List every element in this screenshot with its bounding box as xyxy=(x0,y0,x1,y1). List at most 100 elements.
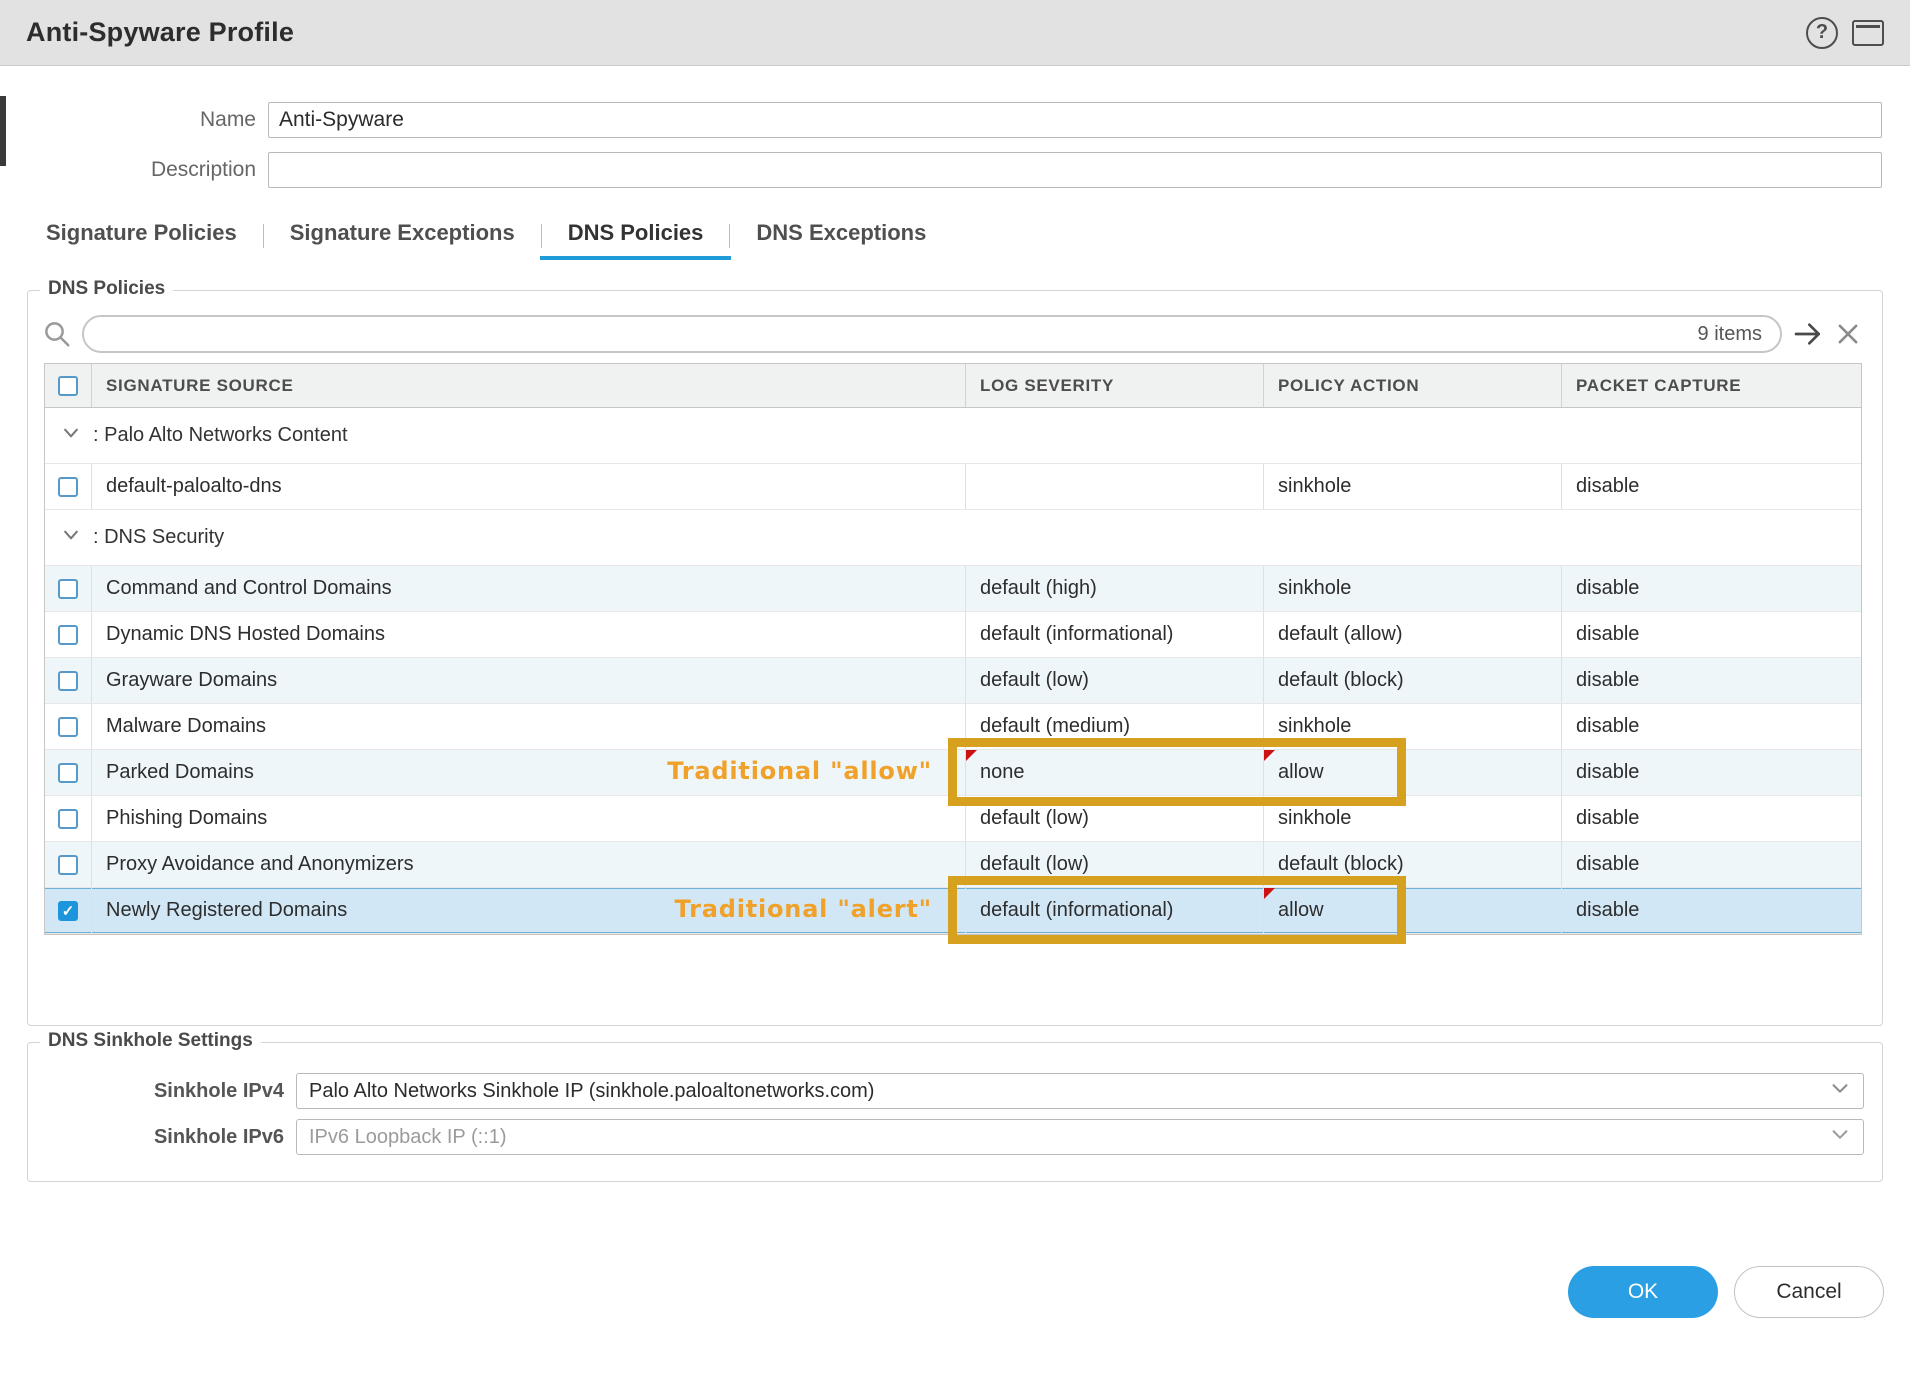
description-input[interactable] xyxy=(268,152,1882,188)
group-row-palo-alto-networks-content[interactable]: : Palo Alto Networks Content xyxy=(45,408,1861,464)
log-severity-cell[interactable]: default (low) xyxy=(965,796,1263,841)
policy-action-cell[interactable]: sinkhole xyxy=(1263,796,1561,841)
items-count: 9 items xyxy=(1698,323,1762,346)
table-row-command-and-control-domains[interactable]: Command and Control Domains default (hig… xyxy=(45,566,1861,612)
dns-policies-legend: DNS Policies xyxy=(40,278,173,300)
packet-capture-cell[interactable]: disable xyxy=(1561,566,1861,611)
log-severity-cell[interactable]: default (low) xyxy=(965,842,1263,887)
dns-policies-section: DNS Policies 9 items xyxy=(27,290,1883,1026)
sinkhole-ipv6-label: Sinkhole IPv6 xyxy=(28,1126,284,1149)
window-icon[interactable] xyxy=(1852,20,1884,46)
log-severity-cell[interactable]: default (informational) xyxy=(965,888,1263,933)
tab-signature-policies[interactable]: Signature Policies xyxy=(46,214,263,260)
row-checkbox-cell xyxy=(45,888,91,933)
description-label: Description xyxy=(0,158,268,182)
packet-capture-cell[interactable]: disable xyxy=(1561,612,1861,657)
signature-source-cell: default-paloalto-dns xyxy=(91,464,965,509)
row-checkbox-cell xyxy=(45,612,91,657)
packet-capture-cell[interactable]: disable xyxy=(1561,704,1861,749)
ok-button[interactable]: OK xyxy=(1568,1266,1718,1318)
signature-source-cell: Dynamic DNS Hosted Domains xyxy=(91,612,965,657)
signature-source-cell: Parked Domains xyxy=(91,750,965,795)
packet-capture-cell[interactable]: disable xyxy=(1561,796,1861,841)
row-checkbox-checked[interactable] xyxy=(58,901,78,921)
policy-action-cell-modified[interactable]: allow xyxy=(1263,750,1561,795)
row-checkbox[interactable] xyxy=(58,809,78,829)
column-header-signature-source[interactable]: SIGNATURE SOURCE xyxy=(91,364,965,407)
dns-sinkhole-settings-legend: DNS Sinkhole Settings xyxy=(40,1030,261,1052)
tab-bar: Signature Policies Signature Exceptions … xyxy=(46,214,1910,260)
log-severity-cell-modified[interactable]: none xyxy=(965,750,1263,795)
packet-capture-cell[interactable]: disable xyxy=(1561,888,1861,933)
policy-action-cell[interactable]: sinkhole xyxy=(1263,464,1561,509)
row-checkbox[interactable] xyxy=(58,625,78,645)
name-row: Name xyxy=(0,102,1882,138)
row-checkbox[interactable] xyxy=(58,671,78,691)
table-row-default-paloalto-dns[interactable]: default-paloalto-dns sinkhole disable xyxy=(45,464,1861,510)
row-checkbox[interactable] xyxy=(58,579,78,599)
dns-sinkhole-settings-section: DNS Sinkhole Settings Sinkhole IPv4 Palo… xyxy=(27,1042,1883,1182)
row-checkbox-cell xyxy=(45,796,91,841)
packet-capture-cell[interactable]: disable xyxy=(1561,750,1861,795)
row-checkbox[interactable] xyxy=(58,763,78,783)
signature-source-cell: Grayware Domains xyxy=(91,658,965,703)
row-checkbox[interactable] xyxy=(58,855,78,875)
name-label: Name xyxy=(0,108,268,132)
filter-input[interactable] xyxy=(102,323,1698,345)
log-severity-cell[interactable]: default (low) xyxy=(965,658,1263,703)
header-checkbox-cell xyxy=(45,364,91,407)
row-checkbox[interactable] xyxy=(58,477,78,497)
table-row-malware-domains[interactable]: Malware Domains default (medium) sinkhol… xyxy=(45,704,1861,750)
table-row-proxy-avoidance-and-anonymizers[interactable]: Proxy Avoidance and Anonymizers default … xyxy=(45,842,1861,888)
log-severity-cell[interactable]: default (medium) xyxy=(965,704,1263,749)
log-severity-cell[interactable]: default (high) xyxy=(965,566,1263,611)
table-row-newly-registered-domains[interactable]: Newly Registered Domains default (inform… xyxy=(45,888,1861,934)
dialog-footer: OK Cancel xyxy=(0,1266,1884,1318)
policy-action-cell[interactable]: sinkhole xyxy=(1263,566,1561,611)
tab-dns-exceptions[interactable]: DNS Exceptions xyxy=(730,214,952,260)
packet-capture-cell[interactable]: disable xyxy=(1561,464,1861,509)
log-severity-cell[interactable] xyxy=(965,464,1263,509)
table-row-dynamic-dns-hosted-domains[interactable]: Dynamic DNS Hosted Domains default (info… xyxy=(45,612,1861,658)
policy-action-cell[interactable]: default (block) xyxy=(1263,658,1561,703)
dns-policies-table-wrap: SIGNATURE SOURCE LOG SEVERITY POLICY ACT… xyxy=(42,363,1862,935)
chevron-down-icon[interactable] xyxy=(61,423,81,449)
row-checkbox-cell xyxy=(45,658,91,703)
table-row-parked-domains[interactable]: Parked Domains none allow disable xyxy=(45,750,1861,796)
table-header-row: SIGNATURE SOURCE LOG SEVERITY POLICY ACT… xyxy=(45,364,1861,408)
row-checkbox[interactable] xyxy=(58,717,78,737)
policy-action-cell[interactable]: sinkhole xyxy=(1263,704,1561,749)
row-checkbox-cell xyxy=(45,750,91,795)
chevron-down-icon xyxy=(1829,1123,1851,1151)
policy-action-cell[interactable]: default (allow) xyxy=(1263,612,1561,657)
packet-capture-cell[interactable]: disable xyxy=(1561,842,1861,887)
filter-input-pill[interactable]: 9 items xyxy=(82,315,1782,353)
group-row-dns-security[interactable]: : DNS Security xyxy=(45,510,1861,566)
row-checkbox-cell xyxy=(45,842,91,887)
name-input[interactable] xyxy=(268,102,1882,138)
sinkhole-ipv4-label: Sinkhole IPv4 xyxy=(28,1080,284,1103)
packet-capture-cell[interactable]: disable xyxy=(1561,658,1861,703)
sinkhole-ipv6-dropdown[interactable]: IPv6 Loopback IP (::1) xyxy=(296,1119,1864,1155)
column-header-packet-capture[interactable]: PACKET CAPTURE xyxy=(1561,364,1861,407)
select-all-checkbox[interactable] xyxy=(58,376,78,396)
column-header-policy-action[interactable]: POLICY ACTION xyxy=(1263,364,1561,407)
column-header-log-severity[interactable]: LOG SEVERITY xyxy=(965,364,1263,407)
clear-filter-close-icon[interactable] xyxy=(1834,320,1862,348)
tab-dns-policies[interactable]: DNS Policies xyxy=(542,214,730,260)
table-row-grayware-domains[interactable]: Grayware Domains default (low) default (… xyxy=(45,658,1861,704)
group-label: : Palo Alto Networks Content xyxy=(93,424,348,447)
tab-signature-exceptions[interactable]: Signature Exceptions xyxy=(264,214,541,260)
search-icon xyxy=(42,319,72,349)
policy-action-cell[interactable]: default (block) xyxy=(1263,842,1561,887)
apply-filter-arrow-icon[interactable] xyxy=(1792,318,1824,350)
help-icon[interactable] xyxy=(1806,17,1838,49)
cancel-button[interactable]: Cancel xyxy=(1734,1266,1884,1318)
sinkhole-ipv4-dropdown[interactable]: Palo Alto Networks Sinkhole IP (sinkhole… xyxy=(296,1073,1864,1109)
policy-action-cell-modified[interactable]: allow xyxy=(1263,888,1561,933)
log-severity-cell[interactable]: default (informational) xyxy=(965,612,1263,657)
table-row-phishing-domains[interactable]: Phishing Domains default (low) sinkhole … xyxy=(45,796,1861,842)
chevron-down-icon[interactable] xyxy=(61,525,81,551)
sinkhole-ipv4-value: Palo Alto Networks Sinkhole IP (sinkhole… xyxy=(309,1080,874,1103)
signature-source-cell: Phishing Domains xyxy=(91,796,965,841)
